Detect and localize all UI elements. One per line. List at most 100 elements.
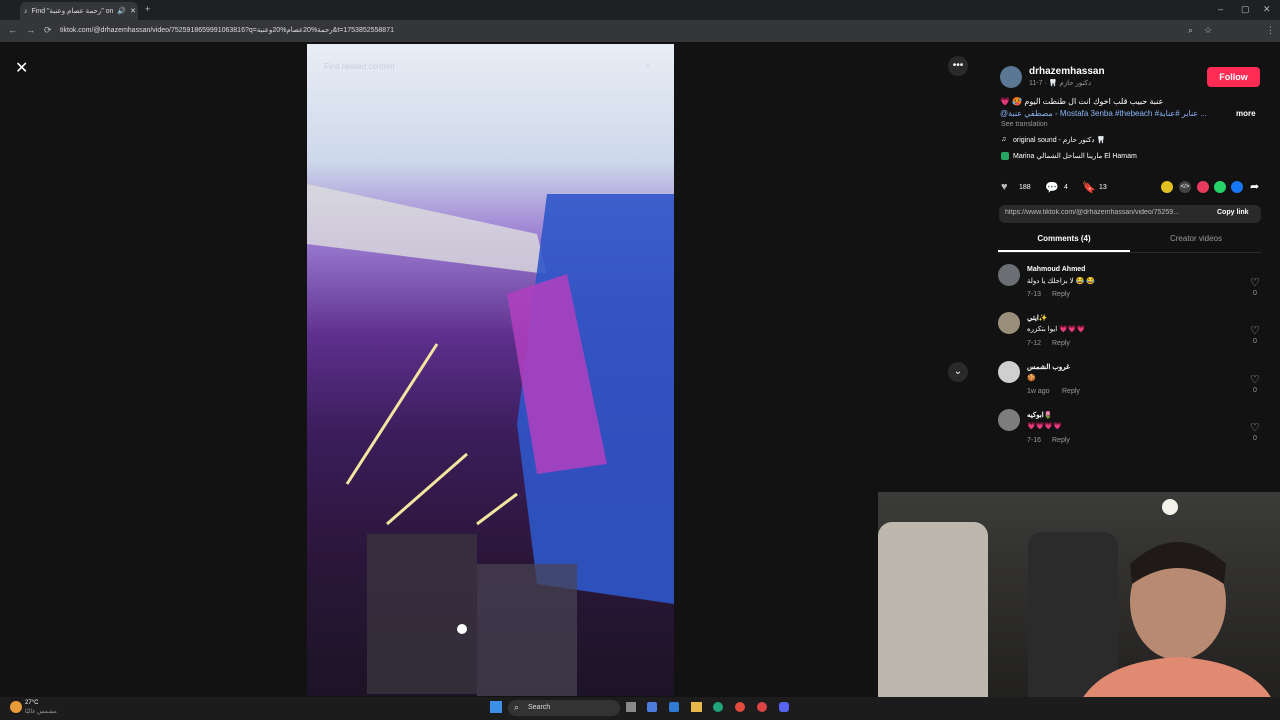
reply-button[interactable]: Reply [1052, 340, 1070, 347]
taskbar [0, 697, 1280, 720]
embed-icon[interactable]: </> [1179, 181, 1191, 193]
caption-line-2[interactable]: @مصطفي عنبة - Mostafa 3enba #thebeach #ع… [1000, 109, 1220, 118]
webcam-overlay [878, 492, 1280, 720]
close-video-icon[interactable]: ✕ [15, 58, 28, 78]
location-link[interactable]: Marina مارينا الساحل الشمالي El Hamam [1013, 152, 1137, 160]
comment-author[interactable]: غروب الشمس [1027, 363, 1070, 371]
video-player[interactable] [307, 44, 674, 696]
comment-text: ايوا بتكزره 💗💗💗 [1027, 326, 1086, 333]
comment-like-icon[interactable]: ♡ [1250, 276, 1260, 289]
browser-tab-bar [0, 0, 1280, 20]
minimize-icon[interactable]: – [1218, 5, 1223, 14]
comment-item: Mahmoud Ahmed لا بزاحلك يا دولة 😂 😂 7-13… [998, 264, 1264, 304]
app-icon[interactable] [757, 702, 767, 712]
comment-author[interactable]: ايتي✨ [1027, 314, 1048, 322]
music-note-icon: ♫ [1001, 136, 1007, 143]
browser-tab[interactable]: ♪ Find "رحمة عصام وعنبة" on 🔊 ✕ [20, 2, 138, 20]
share-link-text: https://www.tiktok.com/@drhazemhassan/vi… [1005, 209, 1180, 216]
url-field[interactable]: tiktok.com/@drhazemhassan/video/75259186… [60, 24, 1160, 38]
tiktok-favicon-icon: ♪ [24, 7, 28, 15]
repost-icon[interactable] [1161, 181, 1173, 193]
reload-icon[interactable]: ⟳ [44, 26, 52, 35]
follow-button[interactable]: Follow [1207, 67, 1260, 87]
comment-date: 7-12 [1027, 340, 1042, 347]
comment-avatar[interactable] [998, 361, 1020, 383]
comment-author[interactable]: Mahmoud Ahmed [1027, 266, 1085, 273]
comment-text: 🍪 [1027, 375, 1036, 382]
chrome-icon[interactable] [735, 702, 745, 712]
comment-date: 1w ago [1027, 388, 1050, 395]
tab-audio-icon[interactable]: 🔊 [117, 7, 126, 15]
file-explorer-icon[interactable] [691, 702, 702, 712]
taskbar-search-icon: ⌕ [514, 702, 520, 712]
author-avatar[interactable] [1000, 66, 1022, 88]
comment-like-icon[interactable]: ♡ [1250, 373, 1260, 386]
copy-link-button[interactable]: Copy link [1217, 209, 1249, 216]
comment-avatar[interactable] [998, 409, 1020, 431]
reply-button[interactable]: Reply [1062, 388, 1080, 395]
whatsapp-icon[interactable] [1214, 181, 1226, 193]
comment-text: لا بزاحلك يا دولة 😂 😂 [1027, 278, 1095, 285]
like-heart-icon[interactable]: ♥ [1001, 181, 1008, 193]
bookmark-save-icon[interactable]: 🔖 [1082, 181, 1096, 194]
zoom-icon[interactable]: ⌕ [1188, 26, 1193, 35]
discord-icon[interactable] [779, 702, 789, 712]
weather-icon[interactable] [10, 701, 22, 713]
maximize-icon[interactable]: ▢ [1241, 5, 1250, 14]
tab-creator-videos[interactable]: Creator videos [1131, 234, 1261, 252]
edge-icon[interactable] [713, 702, 723, 712]
comment-author[interactable]: ابوكيه🌷 [1027, 411, 1052, 419]
share-arrow-icon[interactable]: ➦ [1250, 180, 1259, 193]
comment-icon[interactable]: 💬 [1045, 181, 1059, 194]
taskbar-search[interactable]: Search [508, 700, 620, 716]
comment-item: ايتي✨ ايوا بتكزره 💗💗💗 7-12 Reply ♡ 0 [998, 312, 1264, 352]
comment-like-count: 0 [1253, 338, 1257, 345]
reply-button[interactable]: Reply [1052, 291, 1070, 298]
mail-icon[interactable] [669, 702, 679, 712]
comment-like-count: 0 [1253, 290, 1257, 297]
tab-close-icon[interactable]: ✕ [130, 7, 136, 15]
comment-avatar[interactable] [998, 264, 1020, 286]
facebook-icon[interactable] [1231, 181, 1243, 193]
tab-title: Find "رحمة عصام وعنبة" on [31, 8, 114, 15]
video-frame [307, 184, 674, 696]
more-link[interactable]: more [1236, 109, 1256, 118]
weather-temp[interactable]: 27°C [25, 700, 38, 706]
tab-comments[interactable]: Comments (4) [998, 234, 1130, 252]
next-video-chevron-icon[interactable]: ⌄ [948, 362, 968, 382]
comment-date: 7-13 [1027, 291, 1042, 298]
search-icon[interactable]: ⌕ [645, 60, 651, 71]
like-count: 188 [1019, 184, 1031, 191]
task-view-icon[interactable] [626, 702, 636, 712]
save-count: 13 [1099, 184, 1107, 191]
new-tab-icon[interactable]: + [145, 5, 150, 14]
comment-count: 4 [1064, 184, 1068, 191]
tab-divider [998, 252, 1261, 253]
location-icon [1001, 152, 1009, 160]
related-search-input[interactable]: Find related content [317, 58, 664, 76]
close-window-icon[interactable]: ✕ [1263, 5, 1271, 14]
comment-like-count: 0 [1253, 387, 1257, 394]
bookmark-icon[interactable]: ☆ [1204, 26, 1212, 35]
comment-text: 💗💗💗💗 [1027, 423, 1062, 430]
send-icon[interactable] [1197, 181, 1209, 193]
author-username[interactable]: drhazemhassan [1029, 66, 1105, 77]
webcam-frame [878, 499, 1280, 720]
comment-avatar[interactable] [998, 312, 1020, 334]
reply-button[interactable]: Reply [1052, 437, 1070, 444]
comment-item: ابوكيه🌷 💗💗💗💗 7-16 Reply ♡ 0 [998, 409, 1264, 449]
back-icon[interactable]: ← [8, 26, 17, 35]
see-translation-link[interactable]: See translation [1001, 121, 1048, 128]
start-windows-icon[interactable] [490, 701, 502, 713]
copilot-icon[interactable] [647, 702, 657, 712]
author-subline: دكتور حازم 🦷 · 7-11 [1029, 80, 1092, 87]
forward-icon[interactable]: → [26, 26, 35, 35]
comment-item: غروب الشمس 🍪 1w ago Reply ♡ 0 [998, 361, 1264, 401]
comment-date: 7-16 [1027, 437, 1042, 444]
sound-link[interactable]: original sound - دكتور حازم 🦷 [1013, 136, 1105, 144]
weather-desc: مشمس غالبًا [25, 709, 57, 715]
more-options-icon[interactable]: ••• [948, 56, 968, 76]
menu-icon[interactable]: ⋮ [1266, 26, 1275, 35]
comment-like-icon[interactable]: ♡ [1250, 324, 1260, 337]
comment-like-icon[interactable]: ♡ [1250, 421, 1260, 434]
